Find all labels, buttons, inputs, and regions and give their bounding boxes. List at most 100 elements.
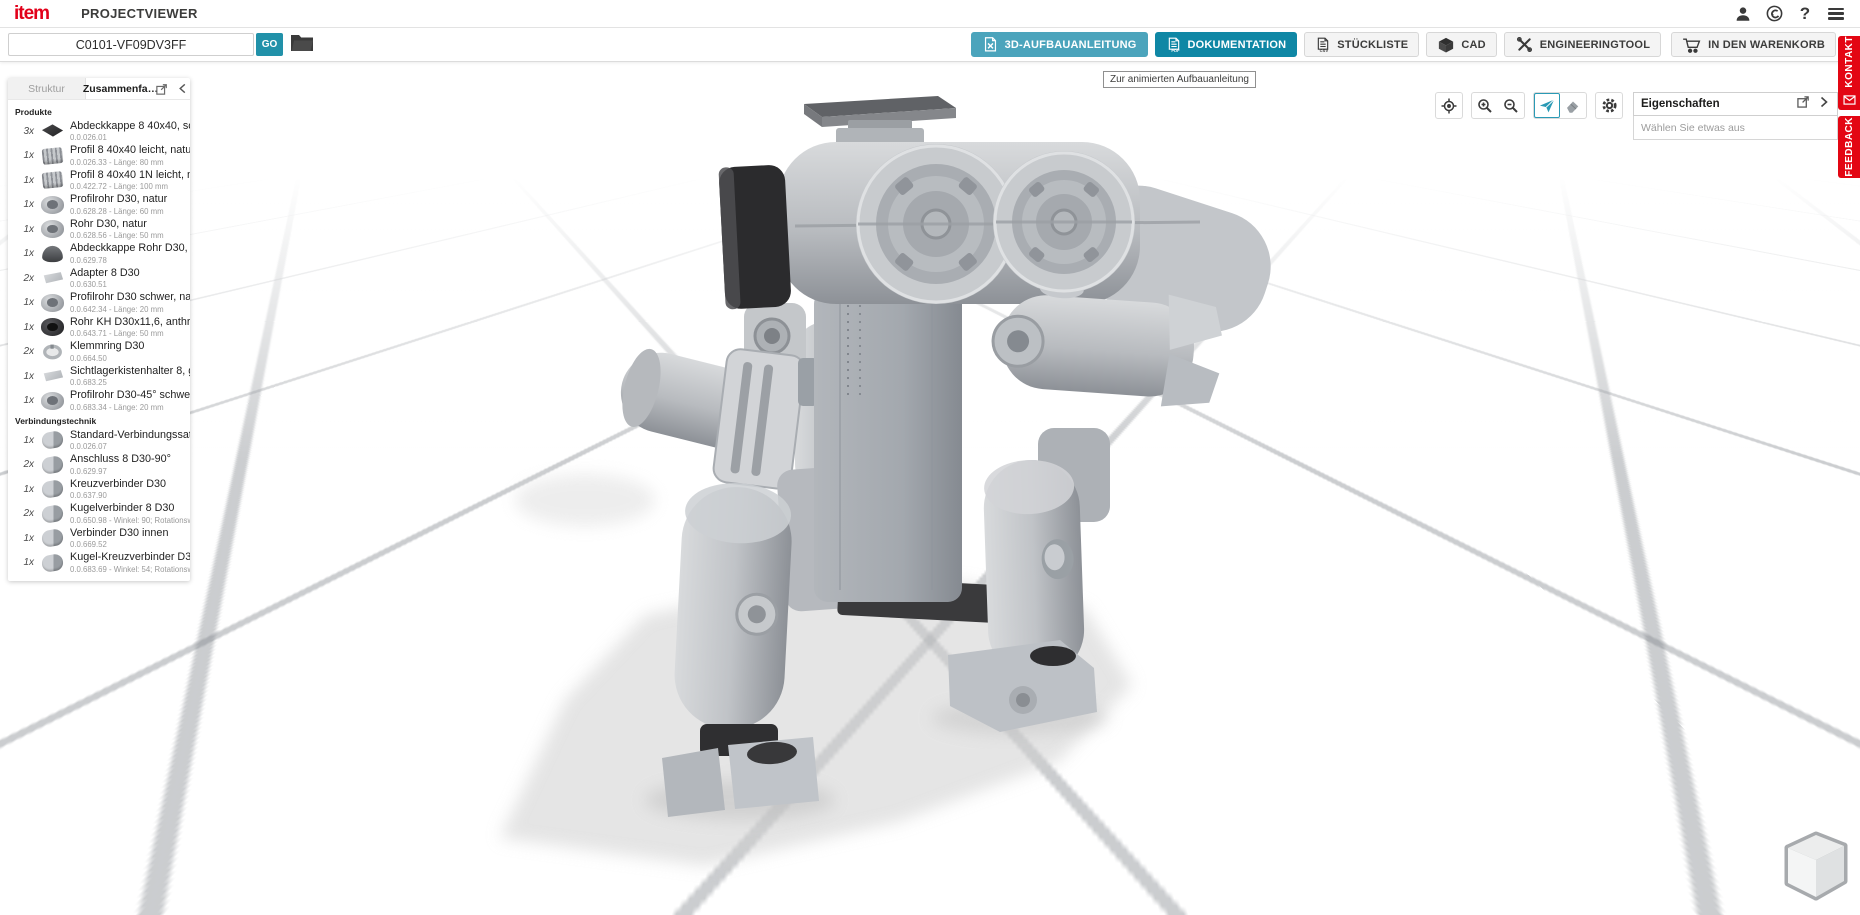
list-item[interactable]: 2x Anschluss 8 D30-90° 0.0.629.97 [8, 453, 190, 478]
popout-icon[interactable] [1797, 95, 1810, 113]
part-quantity: 1x [8, 297, 34, 308]
part-details: 0.0.630.51 [70, 280, 190, 289]
chevron-right-icon[interactable] [1818, 95, 1830, 113]
part-name: Rohr D30, natur [70, 219, 190, 231]
part-name: Verbinder D30 innen [70, 528, 190, 540]
part-name: Kugel-Kreuzverbinder D30 [70, 552, 190, 564]
part-details: 0.0.643.71 - Länge: 50 mm [70, 329, 190, 338]
document-tools-icon [982, 36, 999, 53]
list-item[interactable]: 1x Profil 8 40x40 leicht, natur 0.0.026.… [8, 144, 190, 169]
parts-panel: Struktur Zusammenfa… Produkte 3x Abdeckk… [8, 78, 190, 581]
connector-icon [41, 504, 65, 524]
connector-icon [41, 553, 65, 573]
tab-struktur[interactable]: Struktur [8, 78, 86, 99]
section-header: Produkte [8, 104, 190, 119]
plate-icon [41, 269, 64, 287]
list-item[interactable]: 1x Kugel-Kreuzverbinder D30 0.0.683.69 -… [8, 551, 190, 576]
project-toolbar: GO 3D-AUFBAUANLEITUNG PDF DOKUMENTATION … [0, 28, 1860, 62]
add-to-cart-button[interactable]: IN DEN WARENKORB [1671, 32, 1836, 57]
plate-icon [41, 367, 64, 385]
profile-icon [42, 147, 64, 165]
properties-header[interactable]: Eigenschaften [1633, 92, 1838, 116]
cap-round-icon [42, 246, 63, 262]
feedback-tab[interactable]: FEEDBACK [1838, 116, 1860, 178]
part-details: 0.0.650.98 - Winkel: 90; Rotationswinkel… [70, 516, 190, 525]
list-item[interactable]: 1x Rohr D30, natur 0.0.628.56 - Länge: 5… [8, 217, 190, 242]
list-item[interactable]: 1x Sichtlagerkistenhalter 8, gr… 0.0.683… [8, 364, 190, 389]
fly-mode-icon[interactable] [1534, 93, 1560, 118]
list-item[interactable]: 2x Kugelverbinder 8 D30 0.0.650.98 - Win… [8, 502, 190, 527]
part-quantity: 1x [8, 175, 34, 186]
3d-assembly-guide-button[interactable]: 3D-AUFBAUANLEITUNG [971, 32, 1148, 57]
list-item[interactable]: 1x Standard-Verbindungssatz … 0.0.026.07 [8, 428, 190, 453]
help-icon[interactable]: ? [1795, 4, 1815, 24]
eraser-icon[interactable] [1560, 93, 1586, 118]
part-details: 0.0.637.90 [70, 491, 190, 500]
center-view-icon[interactable] [1436, 93, 1462, 118]
list-item[interactable]: 2x Klemmring D30 0.0.664.50 [8, 340, 190, 365]
part-name: Abdeckkappe 8 40x40, sch… [70, 121, 190, 133]
collapse-panel-icon[interactable] [175, 82, 189, 96]
part-quantity: 1x [8, 248, 34, 259]
3d-viewport[interactable] [0, 63, 1860, 915]
open-project-folder-button[interactable] [288, 31, 315, 58]
connector-icon [41, 430, 65, 450]
list-item[interactable]: 1x Profilrohr D30 schwer, natur 0.0.642.… [8, 291, 190, 316]
connector-icon [41, 528, 65, 548]
part-quantity: 1x [8, 371, 34, 382]
assistant-icon[interactable] [1764, 4, 1784, 24]
list-item[interactable]: 1x Profil 8 40x40 1N leicht, na… 0.0.422… [8, 168, 190, 193]
tab-zusammenfassung[interactable]: Zusammenfa… [86, 78, 155, 99]
cap-dark-icon [41, 122, 64, 140]
list-item[interactable]: 1x Kreuzverbinder D30 0.0.637.90 [8, 477, 190, 502]
cad-button[interactable]: CAD [1426, 32, 1496, 57]
list-item[interactable]: 2x Adapter 8 D30 0.0.630.51 [8, 266, 190, 291]
part-name: Anschluss 8 D30-90° [70, 454, 190, 466]
list-item[interactable]: 1x Profilrohr D30-45° schwer, … 0.0.683.… [8, 389, 190, 414]
part-quantity: 2x [8, 346, 34, 357]
zoom-out-icon[interactable] [1498, 93, 1524, 118]
part-name: Profilrohr D30, natur [70, 194, 190, 206]
settings-gear-icon[interactable] [1596, 93, 1622, 118]
part-name: Sichtlagerkistenhalter 8, gr… [70, 366, 190, 378]
go-button[interactable]: GO [256, 33, 283, 56]
popout-icon[interactable] [155, 82, 169, 96]
part-quantity: 1x [8, 533, 34, 544]
parts-list: Produkte 3x Abdeckkappe 8 40x40, sch… 0.… [8, 100, 190, 581]
part-name: Adapter 8 D30 [70, 268, 190, 280]
part-details: 0.0.628.56 - Länge: 50 mm [70, 231, 190, 240]
menu-icon[interactable] [1826, 4, 1846, 24]
part-details: 0.0.683.34 - Länge: 20 mm [70, 403, 190, 412]
list-item[interactable]: 1x Profilrohr D30, natur 0.0.628.28 - Lä… [8, 193, 190, 218]
list-item[interactable]: 1x Abdeckkappe Rohr D30, gr… 0.0.629.78 [8, 242, 190, 267]
list-item[interactable]: 1x Verbinder D30 innen 0.0.669.52 [8, 526, 190, 551]
viewport-toolbar [1435, 92, 1623, 119]
part-details: 0.0.669.52 [70, 540, 190, 549]
part-quantity: 2x [8, 459, 34, 470]
tube-icon [41, 294, 64, 312]
kontakt-tab[interactable]: KONTAKT [1838, 36, 1860, 110]
documentation-button[interactable]: PDF DOKUMENTATION [1155, 32, 1298, 57]
connector-icon [41, 479, 65, 499]
list-item[interactable]: 3x Abdeckkappe 8 40x40, sch… 0.0.026.01 [8, 119, 190, 144]
project-code-input[interactable] [8, 33, 254, 56]
distance-fog [0, 63, 1860, 463]
list-item[interactable]: 1x Rohr KH D30x11,6, anthrazit 0.0.643.7… [8, 315, 190, 340]
properties-panel: Eigenschaften Wählen Sie etwas aus [1633, 92, 1838, 140]
part-details: 0.0.026.01 [70, 133, 190, 142]
svg-text:CSV: CSV [1320, 48, 1329, 53]
crossed-tools-icon [1515, 35, 1534, 54]
part-details: 0.0.629.78 [70, 256, 190, 265]
svg-text:PDF: PDF [1171, 48, 1180, 53]
zoom-in-icon[interactable] [1472, 93, 1498, 118]
part-quantity: 2x [8, 508, 34, 519]
part-details: 0.0.642.34 - Länge: 20 mm [70, 305, 190, 314]
part-quantity: 1x [8, 395, 34, 406]
part-name: Abdeckkappe Rohr D30, gr… [70, 243, 190, 255]
app-header: item PROJECTVIEWER ? [0, 0, 1860, 28]
user-icon[interactable] [1733, 4, 1753, 24]
view-cube[interactable] [1776, 825, 1856, 909]
parts-list-button[interactable]: CSV STÜCKLISTE [1304, 32, 1419, 57]
tooltip: Zur animierten Aufbauanleitung [1103, 71, 1256, 88]
engineering-tool-button[interactable]: ENGINEERINGTOOL [1504, 32, 1661, 57]
